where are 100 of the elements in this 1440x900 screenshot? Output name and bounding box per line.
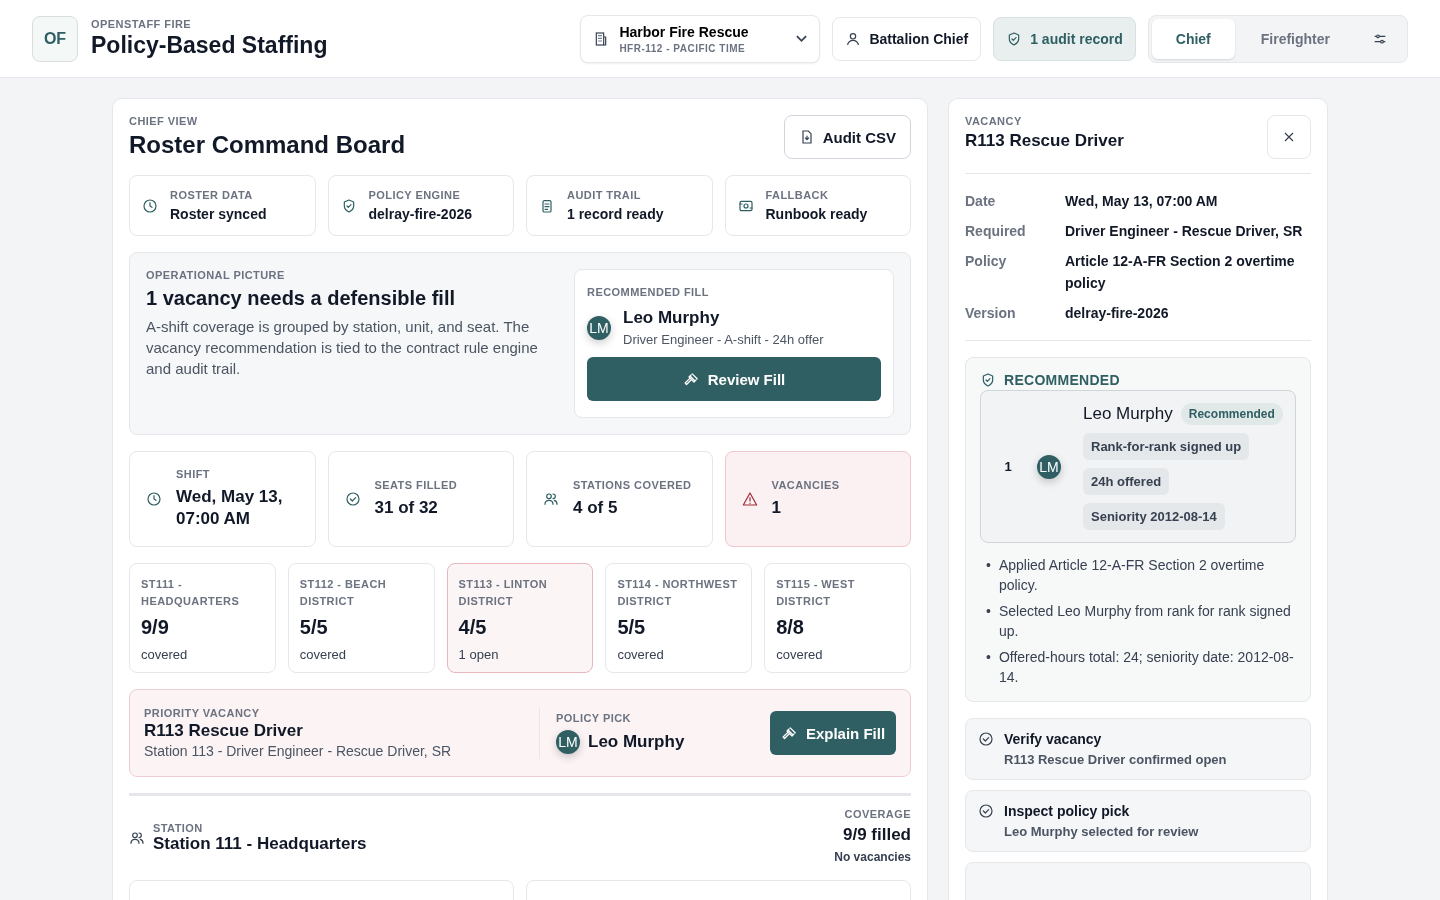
audit-record-button[interactable]: 1 audit record [993,16,1136,61]
warning-icon [741,491,758,507]
panel-title: R113 Rescue Driver [965,131,1124,151]
station-status: covered [299,647,348,662]
chevron-down-icon [796,35,808,42]
metric-value: 31 of 32 [374,497,439,519]
metric-value: 4 of 5 [573,497,619,519]
person-icon [845,30,862,47]
people-icon [543,491,559,507]
candidate-name: Leo Murphy [1083,404,1173,424]
clock-icon [142,197,158,214]
description: A-shift coverage is grouped by station, unit, and seat. The vacancy recommendation is tied to the contract rule engine and audit trail. [146,317,539,379]
metric-label: SEATS FILLED [374,479,458,491]
explain-fill-button[interactable]: Explain Fill [770,711,896,755]
bullet: • [986,602,991,621]
board-title: Roster Command Board [129,131,406,159]
step-card[interactable]: Verify vacancy R113 Rescue Driver confirmed open [965,718,1311,780]
audit-csv-button[interactable]: Audit CSV [783,115,911,159]
section-label: OPERATIONAL PICTURE [146,269,286,281]
section-title: 1 vacancy needs a defensible fill [146,287,457,310]
reason-item: Offered-hours total: 24; seniority date: 2012-08-14. [998,648,1295,687]
shield-icon [980,372,996,388]
station-count: 9/9 [141,616,170,639]
bullet: • [986,648,991,667]
people-icon [129,830,145,846]
gavel-icon [682,370,700,388]
agency-code: HFR-112 - PACIFIC TIME [619,42,747,54]
station-card[interactable]: ST114 - NORTHWEST DISTRICT 5/5 covered [605,563,753,673]
metric-value: Wed, May 13, 07:00 AM [176,486,284,530]
candidate-card[interactable]: 1 LM Leo Murphy Recommended Rank-for-rank signed up 24h offered Seniority 2012-08-14 [980,390,1296,543]
person-name: Leo Murphy [623,308,721,328]
detail-label: Policy [965,252,1008,271]
close-button[interactable] [1267,115,1311,159]
agency-name: Harbor Fire Rescue [619,23,750,40]
bullet: • [986,556,991,575]
role-button[interactable]: Battalion Chief [832,16,982,61]
agency-select[interactable]: Harbor Fire Rescue HFR-112 - PACIFIC TIME [580,14,821,63]
step-detail: Leo Murphy selected for review [1004,824,1199,839]
coverage-label: COVERAGE [844,808,911,820]
review-fill-button[interactable]: Review Fill [587,357,881,401]
view-label: CHIEF VIEW [129,115,199,127]
station-title: Station 111 - Headquarters [153,834,367,854]
detail-label: Version [965,304,1017,323]
station-name: ST112 - BEACH DISTRICT [299,577,388,609]
metric-value: 1 [771,497,782,519]
candidate-tag: Rank-for-rank signed up [1083,433,1250,460]
metric-label: VACANCIES [771,479,840,491]
person-detail: Driver Engineer - A-shift - 24h offer [623,332,824,347]
station-count: 5/5 [299,616,329,639]
station-card[interactable]: ST111 - HEADQUARTERS 9/9 covered [129,563,276,673]
station-card[interactable]: ST112 - BEACH DISTRICT 5/5 covered [287,563,435,673]
station-card[interactable]: ST113 - LINTON DISTRICT 4/5 1 open [446,563,594,673]
status-value: Runbook ready [765,206,868,222]
section-label: PRIORITY VACANCY [144,707,261,719]
detail-label: Required [965,222,1027,241]
station-count: 4/5 [458,616,488,639]
station-name: ST111 - HEADQUARTERS [141,577,241,609]
detail-value: Article 12-A-FR Section 2 overtime policy [1065,252,1296,293]
station-name: ST114 - NORTHWEST DISTRICT [617,577,739,609]
check-circle-icon [978,731,994,747]
station-status: 1 open [458,647,500,662]
app-title: Policy-Based Staffing [91,32,328,59]
gavel-icon [780,724,798,742]
section-label: POLICY PICK [556,712,632,724]
station-status: covered [617,647,665,662]
section-label: STATION [153,822,204,834]
avatar: LM [556,730,580,754]
clipboard-icon [539,197,555,214]
step-card[interactable]: Inspect policy pick Leo Murphy selected for review [965,790,1311,852]
candidate-tag: 24h offered [1083,468,1170,495]
station-count: 5/5 [617,616,647,639]
status-value: 1 record ready [567,206,664,222]
station-name: ST113 - LINTON DISTRICT [458,577,549,609]
status-label: POLICY ENGINE [368,189,462,201]
detail-value: Driver Engineer - Rescue Driver, SR [1065,222,1304,241]
panel-label: VACANCY [965,115,1023,127]
status-label: FALLBACK [765,189,830,201]
clock-icon [146,491,162,507]
avatar: LM [587,315,611,340]
detail-label: Date [965,192,997,211]
status-value: delray-fire-2026 [368,206,472,222]
logo-badge: OF [32,15,78,62]
station-count: 8/8 [776,616,805,639]
recommendation-heading: RECOMMENDED [1004,372,1120,388]
view-tab[interactable]: Chief [1151,18,1235,59]
reason-item: Applied Article 12-A-FR Section 2 overtime policy. [998,556,1266,595]
station-card[interactable]: ST115 - WEST DISTRICT 8/8 covered [764,563,911,673]
avatar: LM [1037,454,1061,479]
org-name: OPENSTAFF FIRE [91,18,193,30]
recommended-badge: Recommended [1180,403,1283,425]
reason-item: Selected Leo Murphy from rank for rank signed up. [998,602,1292,641]
coverage-note: No vacancies [834,850,911,864]
view-tab[interactable]: Firefighter [1236,18,1354,59]
vacancy-title: R113 Rescue Driver [144,721,304,741]
rank-number: 1 [1003,459,1013,474]
check-circle-icon [978,803,994,819]
check-circle-icon [344,491,361,507]
candidate-tag: Seniority 2012-08-14 [1083,503,1225,530]
step-detail: R113 Rescue Driver confirmed open [1004,752,1227,767]
detail-value: Wed, May 13, 07:00 AM [1065,192,1219,211]
